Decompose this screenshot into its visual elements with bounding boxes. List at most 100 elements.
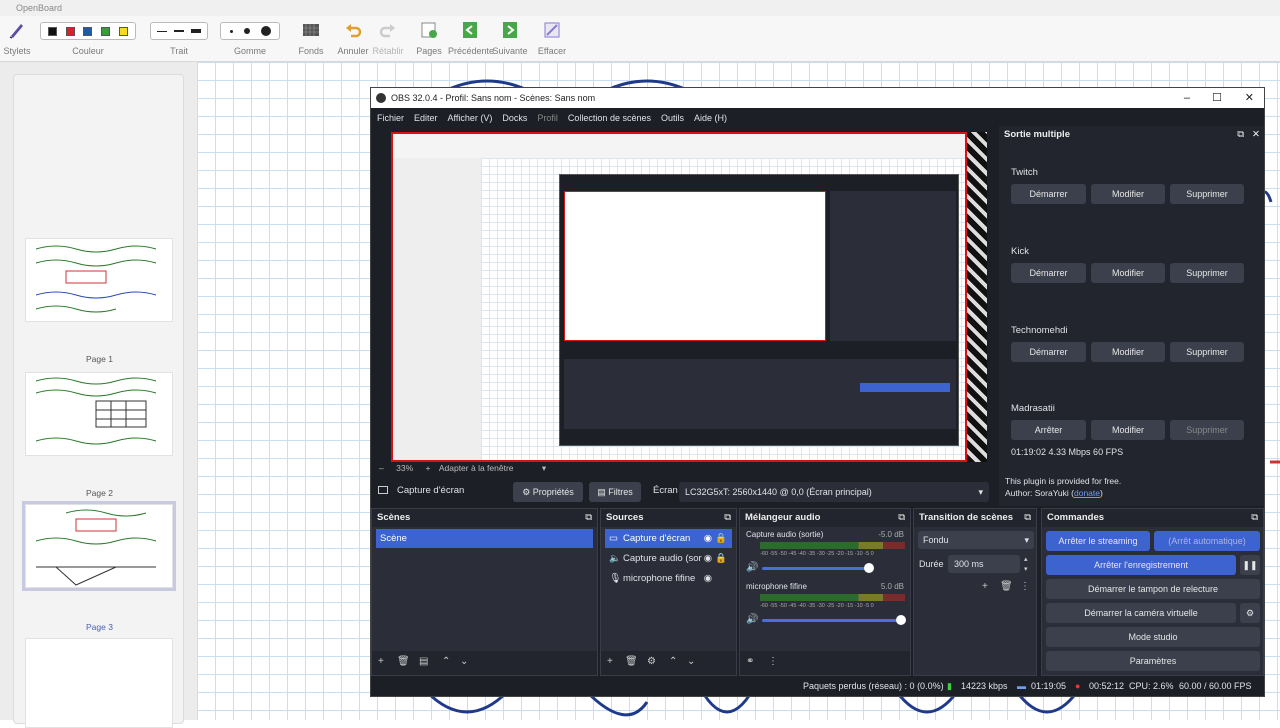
twitch-start-button[interactable]: Démarrer [1011, 184, 1086, 204]
next-page-button[interactable]: Suivante [490, 16, 530, 62]
eraser-size-picker[interactable] [220, 22, 280, 40]
close-icon[interactable]: ✕ [1252, 126, 1260, 144]
move-down-icon[interactable]: ⌄ [460, 656, 468, 667]
line-thick-icon[interactable] [190, 29, 201, 33]
color-swatches[interactable] [40, 22, 136, 40]
gear-icon[interactable]: ⚙ [647, 656, 656, 667]
page-4-thumbnail[interactable] [25, 638, 173, 728]
line-medium-icon[interactable] [173, 30, 184, 32]
menu-profil[interactable]: Profil [537, 108, 558, 128]
lock-icon[interactable]: 🔒 [715, 529, 727, 548]
stop-streaming-button[interactable]: Arrêter le streaming [1046, 531, 1150, 551]
stepper-up-icon[interactable]: ▴ [1024, 555, 1028, 563]
source-item-mic[interactable]: 🎙 microphone fifine ◉ [605, 569, 732, 588]
minimize-icon[interactable]: – [1184, 88, 1190, 108]
link-icon[interactable]: ⚭ [746, 656, 754, 667]
eraser-large-icon[interactable] [260, 26, 271, 36]
menu-afficher[interactable]: Afficher (V) [448, 108, 493, 128]
eye-icon[interactable]: ◉ [704, 529, 712, 548]
kick-delete-button[interactable]: Supprimer [1170, 263, 1244, 283]
move-up-icon[interactable]: ⌃ [442, 656, 450, 667]
channel-2-slider-knob[interactable] [896, 615, 906, 625]
eye-icon[interactable]: ◉ [704, 549, 712, 568]
add-icon[interactable]: + [607, 656, 613, 667]
stylets-button[interactable]: Stylets [2, 16, 32, 62]
menu-outils[interactable]: Outils [661, 108, 684, 128]
chevron-down-icon[interactable]: ▾ [542, 463, 546, 473]
madrasatii-delete-button[interactable]: Supprimer [1170, 420, 1244, 440]
kick-edit-button[interactable]: Modifier [1091, 263, 1165, 283]
color-blue-swatch[interactable] [83, 26, 93, 36]
undock-icon[interactable]: ⧉ [724, 509, 731, 527]
transition-select[interactable]: Fondu ▾ [918, 531, 1034, 549]
channel-2-slider[interactable] [762, 619, 904, 622]
zoom-out-icon[interactable]: – [379, 463, 384, 473]
line-thin-icon[interactable] [157, 30, 168, 32]
close-icon[interactable]: ✕ [1245, 88, 1254, 108]
menu-docks[interactable]: Docks [502, 108, 527, 128]
add-icon[interactable]: + [982, 581, 988, 592]
menu-aide[interactable]: Aide (H) [694, 108, 727, 128]
undock-icon[interactable]: ⧉ [1024, 509, 1031, 527]
zoom-in-icon[interactable]: + [426, 463, 431, 473]
page-2-thumbnail[interactable] [25, 372, 173, 456]
virtual-camera-button[interactable]: Démarrer la caméra virtuelle [1046, 603, 1236, 623]
previous-page-button[interactable]: Précédente [448, 16, 494, 62]
auto-stop-button[interactable]: (Arrêt automatique) [1154, 531, 1260, 551]
thumbnail-list[interactable]: Page 1 Page 2 Page 3 [13, 74, 184, 728]
fonds-button[interactable]: Fonds [296, 16, 326, 62]
volume-icon[interactable]: 🔊 [746, 614, 758, 625]
technomehdi-delete-button[interactable]: Supprimer [1170, 342, 1244, 362]
eye-icon[interactable]: ◉ [704, 569, 712, 588]
eraser-small-icon[interactable] [229, 29, 233, 33]
stepper-down-icon[interactable]: ▾ [1024, 565, 1028, 573]
screen-select[interactable]: LC32G5xT: 2560x1440 @ 0,0 (Écran princip… [679, 482, 989, 502]
more-icon[interactable]: ⋮ [768, 656, 778, 667]
twitch-edit-button[interactable]: Modifier [1091, 184, 1165, 204]
replay-buffer-button[interactable]: Démarrer le tampon de relecture [1046, 579, 1260, 599]
eraser-medium-icon[interactable] [243, 28, 250, 34]
color-black-swatch[interactable] [48, 26, 58, 36]
source-item-screen[interactable]: ▭ Capture d'écran ◉ 🔒 [605, 529, 732, 548]
studio-mode-button[interactable]: Mode studio [1046, 627, 1260, 647]
properties-button[interactable]: ⚙ Propriétés [513, 482, 583, 502]
filters-button[interactable]: ▤ Filtres [589, 482, 641, 502]
madrasatii-stop-button[interactable]: Arrêter [1011, 420, 1086, 440]
more-icon[interactable]: ⋮ [1020, 581, 1030, 592]
pause-recording-button[interactable]: ❚❚ [1240, 555, 1260, 575]
undock-icon[interactable]: ⧉ [1237, 126, 1244, 144]
volume-icon[interactable]: 🔊 [746, 562, 758, 573]
technomehdi-start-button[interactable]: Démarrer [1011, 342, 1086, 362]
kick-start-button[interactable]: Démarrer [1011, 263, 1086, 283]
page-3-thumbnail[interactable] [22, 501, 176, 591]
color-green-swatch[interactable] [101, 26, 111, 36]
virtual-camera-settings-button[interactable]: ⚙ [1240, 603, 1260, 623]
donate-link[interactable]: donate [1074, 488, 1100, 498]
maximize-icon[interactable]: ☐ [1212, 88, 1222, 108]
menu-editer[interactable]: Editer [414, 108, 438, 128]
trash-icon[interactable]: 🗑 [397, 656, 410, 667]
pages-button[interactable]: Pages [414, 16, 444, 62]
undo-button[interactable]: Annuler [336, 16, 370, 62]
undock-icon[interactable]: ⧉ [585, 509, 592, 527]
preview-canvas[interactable] [391, 132, 987, 462]
scene-item[interactable]: Scène [376, 529, 593, 548]
add-icon[interactable]: + [378, 656, 384, 667]
fit-window-label[interactable]: Adapter à la fenêtre [439, 463, 514, 473]
lock-icon[interactable]: 🔒 [715, 549, 727, 568]
filter-icon[interactable]: ▤ [419, 656, 428, 667]
source-item-audio[interactable]: 🔈 Capture audio (sor ◉ 🔒 [605, 549, 732, 568]
trash-icon[interactable]: 🗑 [625, 656, 638, 667]
technomehdi-edit-button[interactable]: Modifier [1091, 342, 1165, 362]
undock-icon[interactable]: ⧉ [1251, 509, 1258, 527]
redo-button[interactable]: Rétablir [372, 16, 404, 62]
channel-1-slider[interactable] [762, 567, 872, 570]
move-up-icon[interactable]: ⌃ [669, 656, 677, 667]
trash-icon[interactable]: 🗑 [1000, 581, 1013, 592]
color-yellow-swatch[interactable] [118, 26, 128, 36]
stop-recording-button[interactable]: Arrêter l'enregistrement [1046, 555, 1236, 575]
erase-page-button[interactable]: Effacer [536, 16, 568, 62]
move-down-icon[interactable]: ⌄ [687, 656, 695, 667]
duration-input[interactable]: 300 ms [948, 555, 1020, 573]
twitch-delete-button[interactable]: Supprimer [1170, 184, 1244, 204]
